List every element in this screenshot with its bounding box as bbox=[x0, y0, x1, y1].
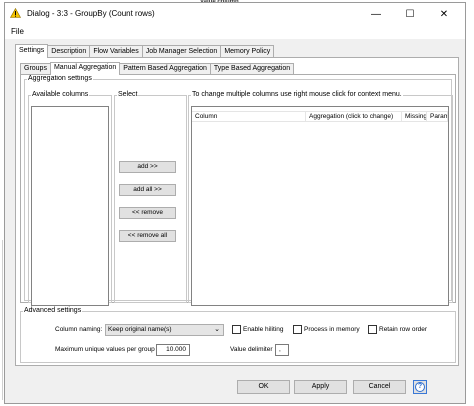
menu-bar: File bbox=[5, 25, 465, 39]
dialog-window: Dialog - 3:3 - GroupBy (Count rows) — ☐ … bbox=[4, 2, 466, 404]
maximize-button[interactable]: ☐ bbox=[399, 6, 421, 22]
chevron-down-icon: ⌄ bbox=[214, 326, 220, 333]
maximize-icon: ☐ bbox=[405, 8, 415, 20]
close-button[interactable]: ✕ bbox=[433, 6, 455, 22]
help-icon: ? bbox=[415, 382, 425, 392]
process-in-memory-label: Process in memory bbox=[304, 326, 360, 333]
minimize-button[interactable]: — bbox=[365, 6, 387, 22]
max-unique-values-label: Maximum unique values per group bbox=[55, 346, 155, 353]
available-columns-legend: Available columns bbox=[32, 91, 89, 98]
help-button[interactable]: ? bbox=[413, 380, 427, 394]
add-button[interactable]: add >> bbox=[119, 161, 176, 173]
column-naming-dropdown[interactable]: Keep original name(s) ⌄ bbox=[105, 324, 224, 336]
advanced-settings-legend: Advanced settings bbox=[24, 307, 82, 314]
cancel-button[interactable]: Cancel bbox=[353, 380, 406, 394]
remove-all-button[interactable]: << remove all bbox=[119, 230, 176, 242]
minimize-icon: — bbox=[371, 8, 381, 20]
context-menu-hint: To change multiple columns use right mou… bbox=[192, 91, 402, 98]
close-icon: ✕ bbox=[439, 8, 449, 20]
retain-row-order-checkbox[interactable] bbox=[368, 325, 377, 334]
column-naming-value: Keep original name(s) bbox=[108, 326, 172, 333]
settings-panel: Groups Manual Aggregation Pattern Based … bbox=[15, 57, 459, 366]
warning-icon bbox=[10, 8, 21, 18]
enable-hiliting-checkbox[interactable] bbox=[232, 325, 241, 334]
remove-button[interactable]: << remove bbox=[119, 207, 176, 219]
header-aggregation[interactable]: Aggregation (click to change) bbox=[306, 112, 402, 122]
background-divider bbox=[2, 240, 3, 400]
header-parameter[interactable]: Parameter bbox=[427, 112, 448, 122]
menu-file[interactable]: File bbox=[11, 27, 24, 37]
header-column[interactable]: Column bbox=[192, 112, 306, 122]
aggregation-settings-legend: Aggregation settings bbox=[28, 75, 92, 82]
aggregation-table[interactable]: Column Aggregation (click to change) Mis… bbox=[191, 106, 449, 306]
available-columns-list[interactable] bbox=[31, 106, 109, 306]
ok-button[interactable]: OK bbox=[237, 380, 290, 394]
header-missing[interactable]: Missing bbox=[402, 112, 427, 122]
retain-row-order-label: Retain row order bbox=[379, 326, 428, 333]
table-header-row: Column Aggregation (click to change) Mis… bbox=[192, 111, 448, 122]
enable-hiliting-label: Enable hiliting bbox=[243, 326, 284, 333]
aggregation-settings-group: Aggregation settings Available columns S… bbox=[24, 75, 453, 306]
aggregation-columns-group: To change multiple columns use right mou… bbox=[188, 91, 453, 306]
apply-button[interactable]: Apply bbox=[294, 380, 347, 394]
advanced-settings-group: Advanced settings Column naming: Keep or… bbox=[20, 307, 456, 363]
max-unique-values-input[interactable]: 10.000 bbox=[156, 344, 190, 356]
value-delimiter-label: Value delimiter bbox=[230, 346, 273, 353]
title-bar[interactable]: Dialog - 3:3 - GroupBy (Count rows) — ☐ … bbox=[5, 3, 465, 25]
tab-manual-aggregation[interactable]: Manual Aggregation bbox=[49, 62, 121, 75]
column-naming-label: Column naming: bbox=[55, 326, 103, 333]
available-columns-group: Available columns bbox=[28, 91, 112, 306]
add-all-button[interactable]: add all >> bbox=[119, 184, 176, 196]
value-delimiter-input[interactable]: , bbox=[275, 344, 289, 356]
tab-settings[interactable]: Settings bbox=[15, 44, 49, 58]
select-legend: Select bbox=[118, 91, 138, 98]
manual-aggregation-panel: Aggregation settings Available columns S… bbox=[20, 74, 456, 306]
process-in-memory-checkbox[interactable] bbox=[293, 325, 302, 334]
select-group: Select add >> add all >> << remove << re… bbox=[114, 91, 187, 303]
window-title: Dialog - 3:3 - GroupBy (Count rows) bbox=[27, 9, 155, 18]
